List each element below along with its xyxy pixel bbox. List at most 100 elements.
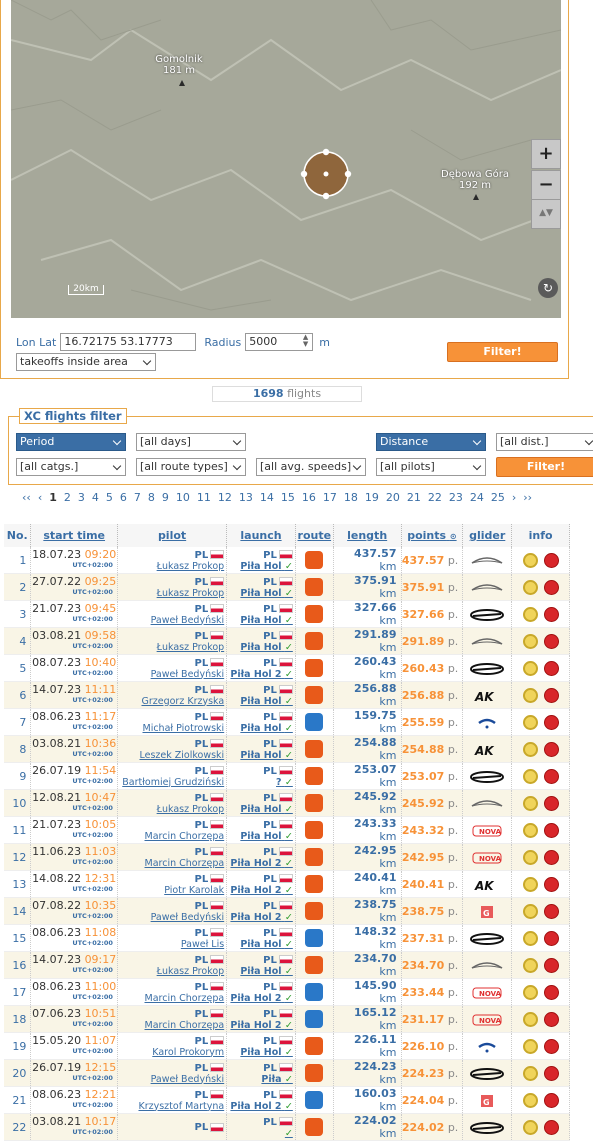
table-row[interactable]: 2 27.07.22 09:25 UTC+02:00 PL Łukasz Prokop P… <box>4 573 570 601</box>
launch-name-link[interactable]: Piła Hol <box>240 615 281 626</box>
triangle-route-icon[interactable] <box>305 929 324 947</box>
free-flight-route-icon[interactable] <box>305 740 324 758</box>
free-flight-route-icon[interactable] <box>305 578 324 596</box>
glider-brand-icon[interactable]: G <box>469 1094 505 1107</box>
page-next-link[interactable]: › <box>512 491 516 504</box>
flight-details-icon[interactable] <box>522 903 538 919</box>
free-flight-route-icon[interactable] <box>305 632 324 650</box>
flight-details-icon[interactable] <box>522 741 538 757</box>
page-first-link[interactable]: ‹‹ <box>22 491 31 504</box>
flight-details-icon[interactable] <box>522 822 538 838</box>
glider-brand-icon[interactable]: G <box>469 905 505 918</box>
glider-brand-icon[interactable]: NOVA <box>469 1013 505 1026</box>
launch-name-link[interactable]: Piła Hol 2 <box>230 885 281 896</box>
free-flight-route-icon[interactable] <box>305 1064 324 1082</box>
launch-name-link[interactable]: Piła Hol <box>240 588 281 599</box>
flight-search-icon[interactable] <box>543 714 559 730</box>
table-row[interactable]: 22 03.08.21 10:17 UTC+02:00 PL PL ✓ 224.02 km… <box>4 1113 570 1141</box>
page-link[interactable]: 2 <box>64 491 71 504</box>
flight-details-icon[interactable] <box>522 1011 538 1027</box>
triangle-route-icon[interactable] <box>305 713 324 731</box>
pilot-name-link[interactable]: Leszek Ziolkowski <box>118 750 224 761</box>
area-mode-select[interactable]: takeoffs inside area <box>16 353 156 371</box>
table-row[interactable]: 16 14.07.23 09:17 UTC+02:00 PL Łukasz Prokop… <box>4 951 570 979</box>
pilot-name-link[interactable]: Paweł Bedyński <box>118 669 225 680</box>
page-link[interactable]: 24 <box>470 491 484 504</box>
pilot-name-link[interactable]: Marcin Chorzępa <box>118 858 225 869</box>
free-flight-route-icon[interactable] <box>305 794 324 812</box>
col-glider[interactable]: glider <box>462 524 513 547</box>
lonlat-input[interactable]: 16.72175 53.17773 <box>60 333 197 351</box>
page-link[interactable]: 4 <box>92 491 99 504</box>
pilot-name-link[interactable]: Paweł Bedyński <box>118 912 225 923</box>
launch-name-link[interactable]: Piła Hol 2 <box>230 1020 281 1031</box>
launch-name-link[interactable]: Piła Hol <box>240 750 281 761</box>
table-row[interactable]: 21 08.06.23 12:21 UTC+02:00 PL Krzysztof Mar… <box>4 1086 570 1114</box>
free-flight-route-icon[interactable] <box>305 605 324 623</box>
page-link[interactable]: 22 <box>428 491 442 504</box>
page-link[interactable]: 8 <box>148 491 155 504</box>
col-start-time[interactable]: start time <box>30 524 118 547</box>
table-row[interactable]: 7 08.06.23 11:17 UTC+02:00 PL Michał Piotrow… <box>4 708 570 736</box>
table-row[interactable]: 8 03.08.21 10:36 UTC+02:00 PL Leszek Ziolkow… <box>4 735 570 763</box>
flight-search-icon[interactable] <box>543 795 559 811</box>
flight-details-icon[interactable] <box>522 1119 538 1135</box>
flight-search-icon[interactable] <box>543 984 559 1000</box>
flight-details-icon[interactable] <box>522 633 538 649</box>
page-prev-link[interactable]: ‹ <box>38 491 42 504</box>
page-link[interactable]: 21 <box>407 491 421 504</box>
zoom-in-button[interactable]: + <box>531 139 561 169</box>
triangle-route-icon[interactable] <box>305 1010 324 1028</box>
glider-brand-icon[interactable] <box>469 635 505 648</box>
launch-name-link[interactable]: Piła <box>261 1074 281 1085</box>
launch-name-link[interactable]: Piła Hol 2 <box>230 912 281 923</box>
launch-name-link[interactable]: Piła Hol <box>240 831 281 842</box>
glider-brand-icon[interactable] <box>469 1121 505 1134</box>
flight-search-icon[interactable] <box>543 930 559 946</box>
glider-brand-icon[interactable] <box>469 581 505 594</box>
glider-brand-icon[interactable] <box>469 797 505 810</box>
page-link[interactable]: 14 <box>260 491 274 504</box>
table-row[interactable]: 10 12.08.21 10:47 UTC+02:00 PL Łukasz Prokop… <box>4 789 570 817</box>
free-flight-route-icon[interactable] <box>305 821 324 839</box>
glider-brand-icon[interactable]: AK <box>469 689 505 702</box>
flight-search-icon[interactable] <box>543 768 559 784</box>
page-link[interactable]: 23 <box>449 491 463 504</box>
page-link[interactable]: 12 <box>218 491 232 504</box>
launch-name-link[interactable]: Piła Hol <box>240 561 281 572</box>
pilot-name-link[interactable]: Bartłomiej Grudziński <box>118 777 224 788</box>
table-row[interactable]: 6 14.07.23 11:11 UTC+02:00 PL Grzegorz Krzys… <box>4 681 570 709</box>
pilot-name-link[interactable]: Paweł Bedyński <box>118 615 225 626</box>
col-launch[interactable]: launch <box>226 524 296 547</box>
table-row[interactable]: 19 15.05.20 11:07 UTC+02:00 PL Karol Prokory… <box>4 1032 570 1060</box>
glider-brand-icon[interactable] <box>469 959 505 972</box>
page-link[interactable]: 18 <box>344 491 358 504</box>
flight-search-icon[interactable] <box>543 687 559 703</box>
page-link[interactable]: 15 <box>281 491 295 504</box>
free-flight-route-icon[interactable] <box>305 659 324 677</box>
launch-name-link[interactable]: Piła Hol <box>240 804 281 815</box>
flight-search-icon[interactable] <box>543 552 559 568</box>
page-link[interactable]: 16 <box>302 491 316 504</box>
page-last-link[interactable]: ›› <box>523 491 532 504</box>
table-row[interactable]: 9 26.07.19 11:54 UTC+02:00 PL Bartłomiej Gru… <box>4 762 570 790</box>
page-link[interactable]: 20 <box>386 491 400 504</box>
page-link[interactable]: 11 <box>197 491 211 504</box>
flight-search-icon[interactable] <box>543 903 559 919</box>
flight-details-icon[interactable] <box>522 984 538 1000</box>
flight-search-icon[interactable] <box>543 1038 559 1054</box>
page-link[interactable]: 10 <box>176 491 190 504</box>
launch-name-link[interactable]: Piła Hol 2 <box>230 993 281 1004</box>
distance-select[interactable]: Distance <box>376 433 486 451</box>
free-flight-route-icon[interactable] <box>305 956 324 974</box>
flight-search-icon[interactable] <box>543 1119 559 1135</box>
flight-search-icon[interactable] <box>543 1065 559 1081</box>
free-flight-route-icon[interactable] <box>305 551 324 569</box>
glider-brand-icon[interactable] <box>469 1040 505 1053</box>
dist-select[interactable]: [all dist.] <box>496 433 593 451</box>
flight-details-icon[interactable] <box>522 552 538 568</box>
rotate-icon[interactable]: ↻ <box>538 278 558 298</box>
page-link[interactable]: 25 <box>491 491 505 504</box>
launch-name-link[interactable]: Piła Hol <box>240 966 281 977</box>
glider-brand-icon[interactable]: NOVA <box>469 824 505 837</box>
